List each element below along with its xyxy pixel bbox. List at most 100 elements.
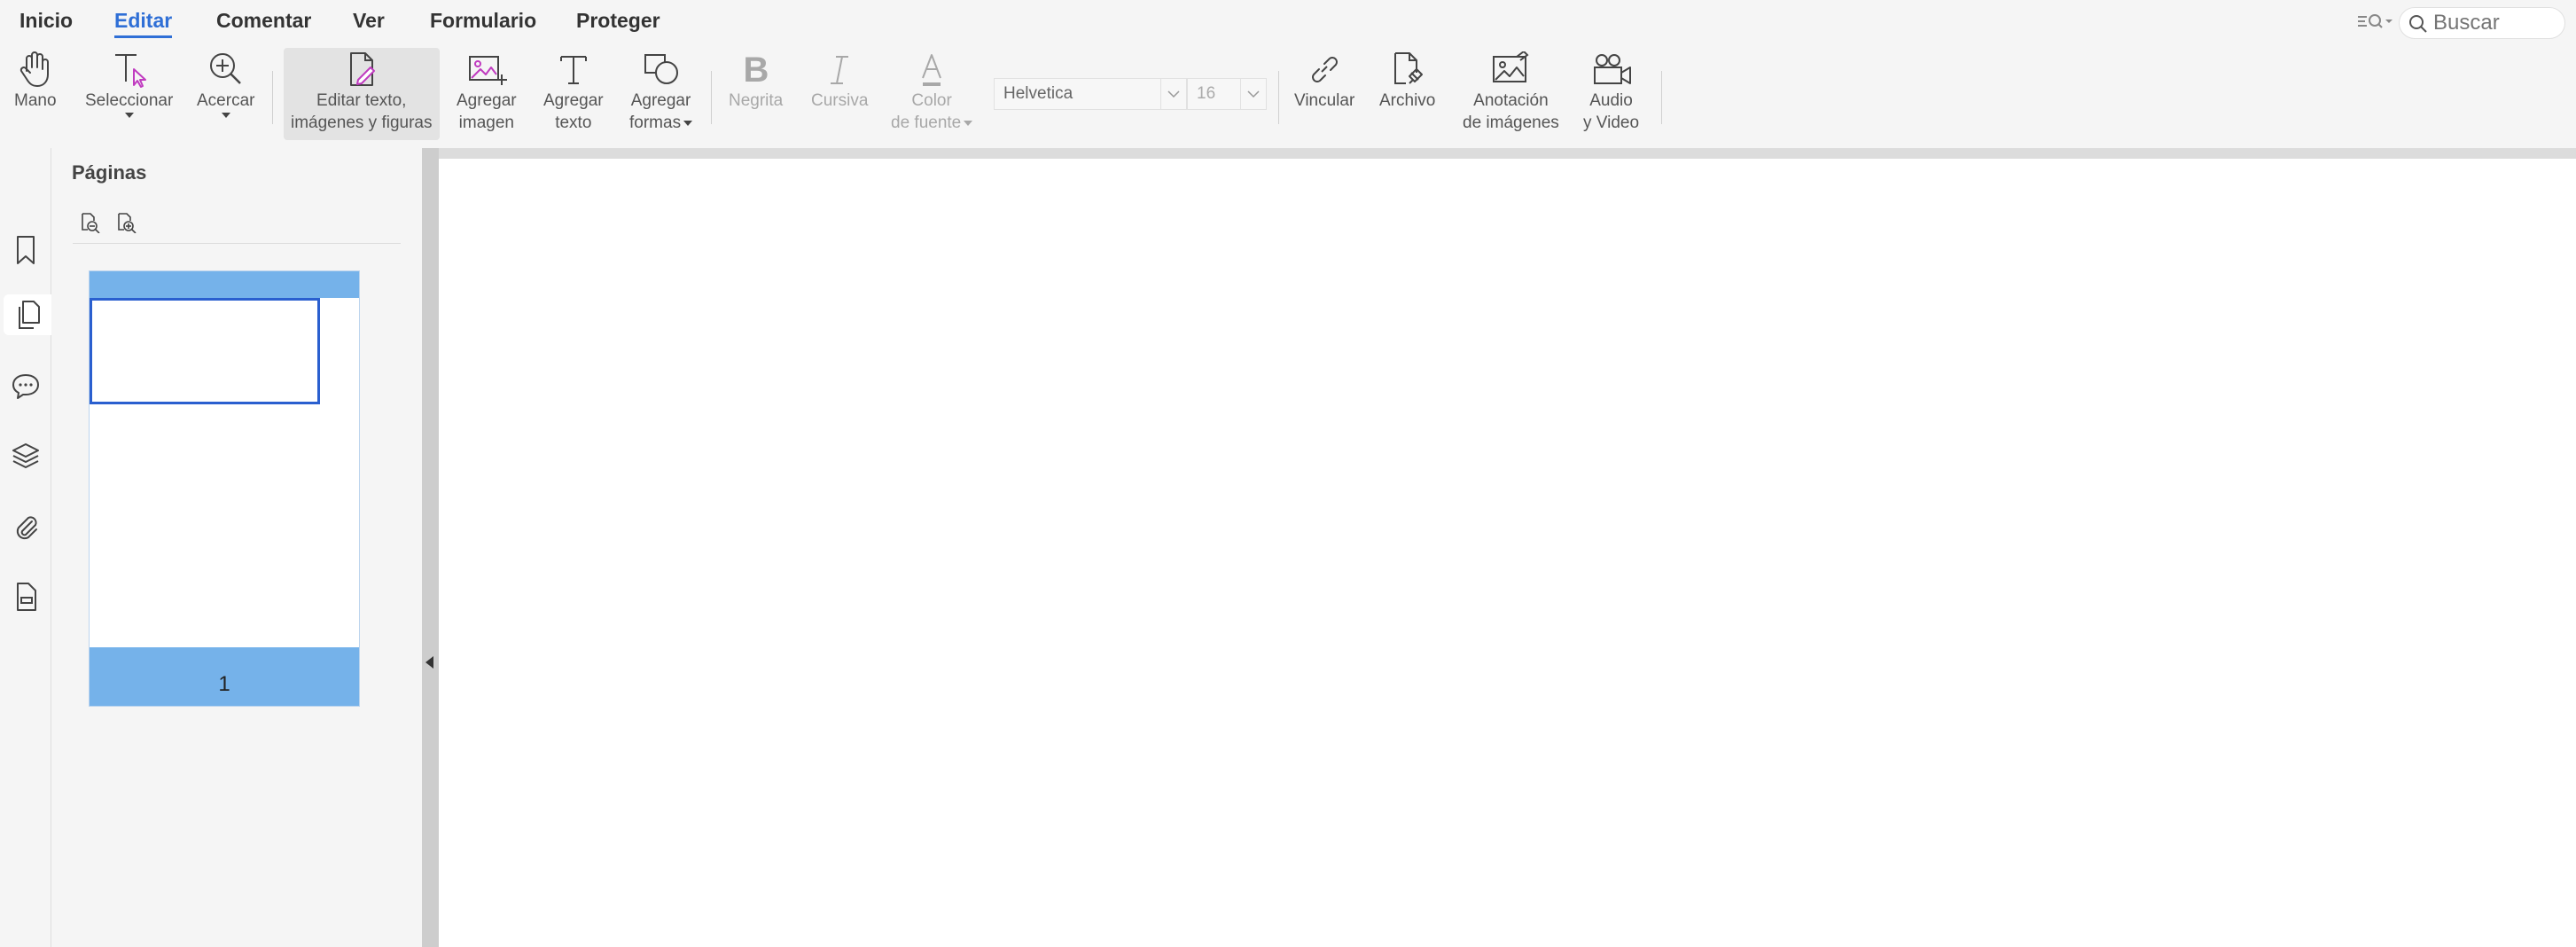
- font-size-select[interactable]: 16: [1187, 78, 1267, 110]
- toolbar-divider: [1278, 71, 1279, 124]
- edit-tool-label-line2: imágenes y figuras: [291, 113, 433, 132]
- thumbnail-viewport-indicator[interactable]: [90, 298, 320, 404]
- add-shapes-label-line2: formas: [629, 113, 682, 132]
- top-bar: Inicio Editar Comentar Ver Formulario Pr…: [0, 0, 2576, 149]
- document-page[interactable]: [439, 159, 2576, 947]
- shapes-icon: [644, 54, 678, 84]
- add-image-label-line1: Agregar: [457, 91, 517, 110]
- thumbnail-selection-top: [90, 271, 359, 298]
- collapse-panel-icon[interactable]: [425, 656, 433, 669]
- audio-video-label-line1: Audio: [1589, 91, 1633, 110]
- font-family-value: Helvetica: [1003, 84, 1073, 103]
- pages-icon: [19, 301, 40, 329]
- select-tool-label: Seleccionar: [85, 91, 174, 110]
- sidebar-item-pages[interactable]: [4, 294, 51, 335]
- chevron-down-icon: [1240, 79, 1266, 109]
- menu-ver[interactable]: Ver: [353, 9, 385, 33]
- sidebar-item-bookmarks[interactable]: [5, 230, 46, 270]
- search-icon: [2409, 15, 2427, 33]
- image-annotation-button[interactable]: Anotación de imágenes: [1463, 49, 1559, 134]
- sidebar-icon-rail: [0, 148, 51, 947]
- link-label: Vincular: [1294, 91, 1355, 110]
- text-icon: [559, 56, 587, 84]
- italic-button[interactable]: Cursiva: [811, 49, 868, 112]
- bold-button[interactable]: B Negrita: [729, 49, 783, 112]
- file-label: Archivo: [1379, 91, 1436, 110]
- bookmark-icon: [17, 236, 35, 264]
- zoom-out-thumbnails-button[interactable]: [77, 210, 102, 235]
- image-annotation-label-line1: Anotación: [1473, 91, 1549, 110]
- zoom-in-thumbnails-button[interactable]: [113, 210, 138, 235]
- zoom-in-icon: [209, 53, 241, 84]
- sidebar-item-layers[interactable]: [5, 435, 46, 476]
- zoom-tool-button[interactable]: Acercar: [197, 49, 254, 118]
- search-input[interactable]: [2433, 12, 2557, 35]
- italic-label: Cursiva: [811, 91, 869, 110]
- chevron-down-icon: [124, 113, 134, 118]
- add-shapes-button[interactable]: Agregar formas: [629, 49, 693, 134]
- font-size-value: 16: [1197, 84, 1216, 103]
- comments-icon: [12, 374, 39, 399]
- add-text-label-line1: Agregar: [543, 91, 604, 110]
- pages-panel-title: Páginas: [72, 161, 147, 184]
- add-image-label-line2: imagen: [458, 113, 514, 132]
- file-attachment-button[interactable]: Archivo: [1379, 49, 1435, 112]
- chevron-down-icon: [683, 120, 693, 126]
- zoom-tool-label: Acercar: [197, 91, 255, 110]
- add-image-icon: [468, 56, 507, 85]
- italic-icon: [831, 56, 849, 84]
- menu-bar: Inicio Editar Comentar Ver Formulario Pr…: [0, 0, 2576, 44]
- form-fields-icon: [17, 583, 36, 611]
- font-color-label-line2: de fuente: [891, 113, 962, 132]
- page-thumbnail[interactable]: 1: [89, 270, 360, 707]
- select-text-icon: [114, 54, 146, 88]
- sidebar-item-form-fields[interactable]: [5, 576, 46, 617]
- menu-editar[interactable]: Editar: [114, 9, 173, 38]
- font-color-button[interactable]: Color de fuente: [891, 49, 973, 134]
- hand-icon: [20, 51, 49, 87]
- menu-inicio[interactable]: Inicio: [20, 9, 73, 33]
- select-tool-button[interactable]: Seleccionar: [85, 49, 173, 118]
- add-image-button[interactable]: Agregar imagen: [457, 49, 517, 134]
- video-camera-icon: [1593, 54, 1631, 84]
- thumbnail-zoom-in-icon: [118, 213, 137, 233]
- link-button[interactable]: Vincular: [1294, 49, 1354, 112]
- search-box[interactable]: [2399, 7, 2565, 39]
- chevron-down-icon: [964, 120, 973, 126]
- edit-tool-label-line1: Editar texto,: [316, 91, 407, 110]
- menu-proteger[interactable]: Proteger: [576, 9, 660, 33]
- chevron-down-icon: [221, 113, 230, 118]
- sidebar-item-attachments[interactable]: [5, 505, 46, 546]
- audio-video-button[interactable]: Audio y Video: [1583, 49, 1639, 134]
- menu-comentar[interactable]: Comentar: [216, 9, 311, 33]
- svg-text:B: B: [743, 51, 769, 89]
- page-number-label: 1: [218, 672, 230, 696]
- layers-icon: [12, 443, 39, 468]
- search-options-icon: [2358, 14, 2393, 28]
- document-area-top-strip: [439, 148, 2576, 159]
- toolbar-divider: [711, 71, 712, 124]
- hand-tool-button[interactable]: Mano: [14, 49, 57, 112]
- edit-text-images-shapes-button[interactable]: Editar texto, imágenes y figuras: [291, 49, 432, 134]
- menu-formulario[interactable]: Formulario: [430, 9, 536, 33]
- add-shapes-label-line1: Agregar: [630, 91, 691, 110]
- image-annotation-icon: [1493, 51, 1529, 82]
- link-icon: [1312, 57, 1339, 82]
- font-family-select[interactable]: Helvetica: [994, 78, 1187, 110]
- add-text-button[interactable]: Agregar texto: [543, 49, 604, 134]
- search-options-button[interactable]: [2356, 11, 2397, 34]
- toolbar-divider: [272, 71, 273, 124]
- add-text-label-line2: texto: [555, 113, 592, 132]
- image-annotation-label-line2: de imágenes: [1463, 113, 1559, 132]
- hand-tool-label: Mano: [14, 91, 57, 110]
- edit-document-icon: [349, 52, 375, 86]
- sidebar-item-comments[interactable]: [5, 365, 46, 406]
- pages-panel: Páginas 1: [51, 148, 422, 947]
- thumbnail-zoom-out-icon: [82, 213, 100, 233]
- bold-label: Negrita: [729, 91, 784, 110]
- file-pin-icon: [1393, 52, 1423, 84]
- chevron-down-icon: [1160, 79, 1186, 109]
- panel-splitter[interactable]: [422, 148, 439, 947]
- font-color-icon: [922, 54, 942, 86]
- panel-divider: [73, 243, 401, 244]
